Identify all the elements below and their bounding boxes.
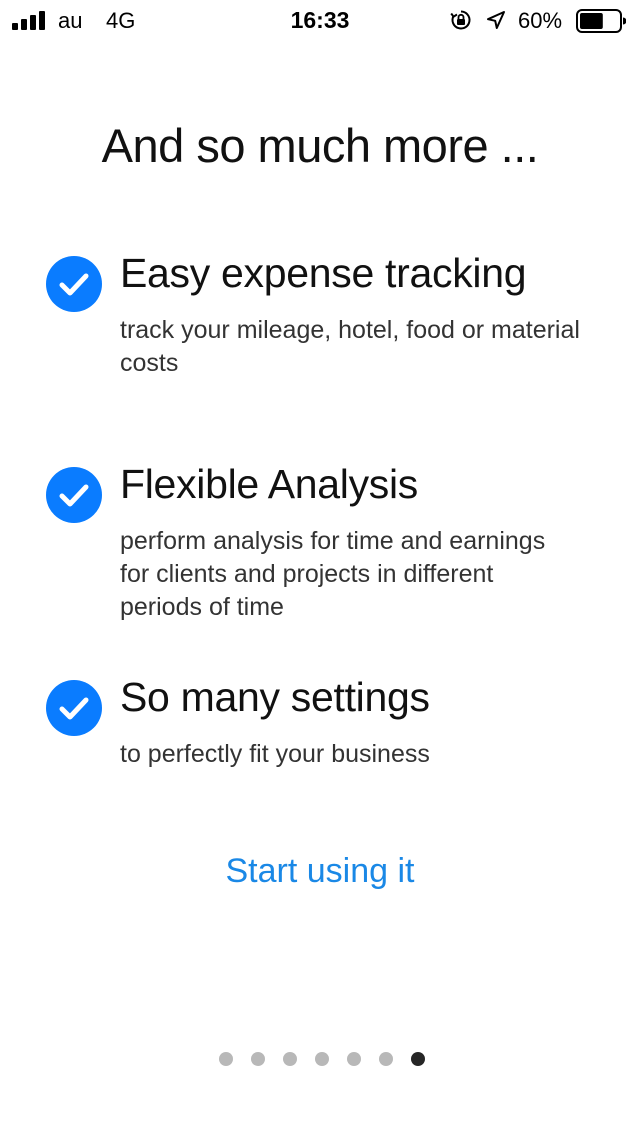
check-circle-icon: [46, 256, 102, 312]
page-indicator[interactable]: [0, 1052, 640, 1066]
page-dot[interactable]: [347, 1052, 361, 1066]
battery-percentage: 60%: [518, 8, 563, 33]
feature-title: Easy expense tracking: [120, 250, 527, 296]
orientation-lock-icon: [450, 10, 471, 30]
check-circle-icon: [46, 467, 102, 523]
page-dot[interactable]: [219, 1052, 233, 1066]
page-dot[interactable]: [379, 1052, 393, 1066]
battery-icon: [576, 9, 626, 33]
feature-description: to perfectly fit your business: [120, 740, 430, 768]
page-dot-active[interactable]: [411, 1052, 425, 1066]
feature-title: So many settings: [120, 674, 430, 720]
feature-title: Flexible Analysis: [120, 461, 418, 507]
status-bar: au 4G 16:33 60%: [0, 0, 640, 40]
page-title: And so much more ...: [101, 119, 539, 172]
page-dot[interactable]: [315, 1052, 329, 1066]
feature-description: track your mileage, hotel, food or mater…: [120, 316, 580, 377]
page-dot[interactable]: [251, 1052, 265, 1066]
feature-description: perform analysis for time and earnings f…: [120, 527, 546, 621]
check-circle-icon: [46, 680, 102, 736]
location-arrow-icon: [487, 11, 505, 29]
start-using-button[interactable]: Start using it: [0, 852, 640, 891]
page-dot[interactable]: [283, 1052, 297, 1066]
